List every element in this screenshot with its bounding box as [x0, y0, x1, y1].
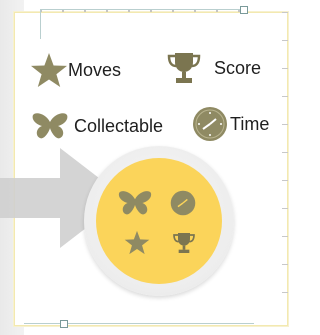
legend-label-collectable: Collectable: [74, 115, 164, 136]
selection-frame-top: [40, 9, 245, 10]
butterfly-icon: [32, 113, 68, 139]
clock-icon: [170, 190, 196, 216]
selection-frame-left: [40, 9, 41, 39]
legend-moves: Moves: [30, 52, 121, 88]
legend-label-score: Score: [214, 57, 262, 78]
trophy-icon: [167, 53, 201, 83]
legend-score: Score: [166, 50, 261, 86]
legend-label-time: Time: [230, 113, 270, 134]
trophy-icon: [173, 233, 195, 253]
star-icon: [124, 230, 150, 255]
star-icon: [31, 53, 67, 87]
icon-circle: [84, 146, 234, 296]
resize-handle-top[interactable]: [240, 6, 248, 14]
clock-icon: [193, 107, 227, 141]
legend-label-moves: Moves: [68, 59, 122, 80]
legend-time: Time: [192, 106, 269, 142]
icon-circle-fill: [96, 158, 222, 284]
legend-collectable: Collectable: [32, 112, 163, 140]
butterfly-icon: [118, 191, 152, 215]
resize-handle-bottom[interactable]: [60, 320, 68, 328]
selection-frame-bottom: [24, 323, 254, 324]
right-ruler-ticks: [282, 12, 288, 312]
